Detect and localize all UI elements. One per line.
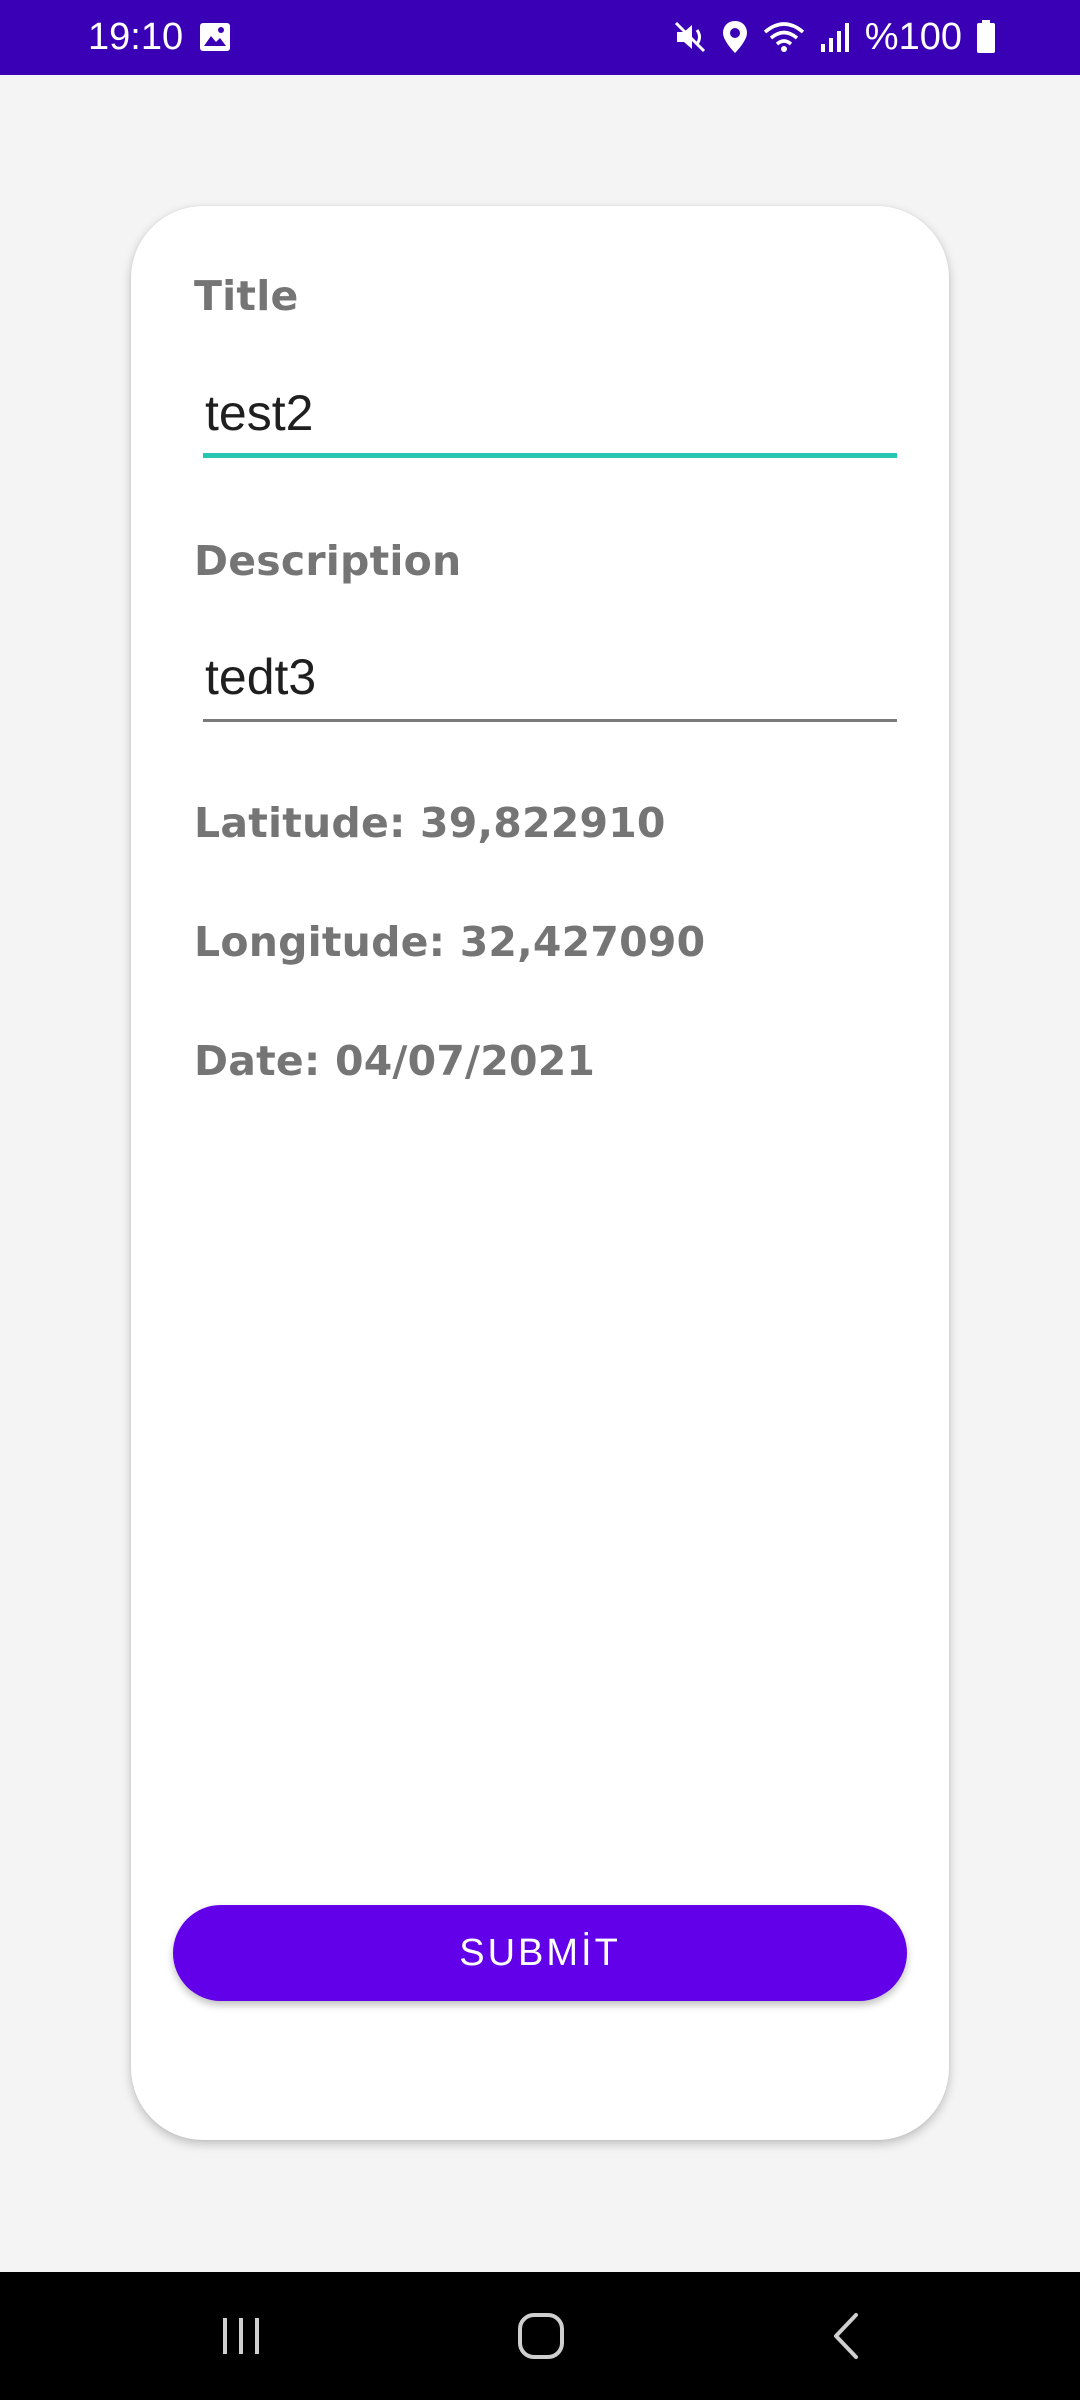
status-icons: %100: [673, 14, 996, 60]
navigation-bar: [0, 2272, 1080, 2400]
description-underline: [203, 719, 897, 722]
battery-icon: [977, 20, 995, 53]
home-button[interactable]: [500, 2272, 582, 2400]
title-input[interactable]: [203, 376, 897, 450]
recent-apps-button[interactable]: [200, 2272, 282, 2400]
description-input[interactable]: [203, 640, 897, 714]
longitude-text: Longitude: 32,427090: [194, 918, 706, 966]
back-icon: [834, 2313, 858, 2359]
date-text: Date: 04/07/2021: [194, 1037, 596, 1085]
mute-icon: [674, 21, 705, 53]
back-button[interactable]: [805, 2272, 887, 2400]
home-icon: [518, 2313, 564, 2359]
wifi-icon: [763, 22, 804, 52]
battery-percent: %100: [864, 16, 962, 58]
signal-icon: [820, 23, 849, 52]
latitude-text: Latitude: 39,822910: [194, 799, 666, 847]
status-time: 19:10: [88, 16, 184, 58]
form-card: Title Description Latitude: 39,822910 Lo…: [131, 206, 949, 2140]
status-bar: 19:10 %100: [0, 0, 1080, 75]
submit-button[interactable]: SUBMİT: [173, 1905, 907, 2001]
recent-apps-icon: [223, 2318, 259, 2354]
location-icon: [722, 21, 747, 53]
description-field[interactable]: [203, 640, 897, 722]
title-underline: [203, 453, 897, 458]
gallery-icon: [200, 23, 230, 51]
title-field[interactable]: [203, 376, 897, 458]
title-label: Title: [194, 272, 299, 320]
description-label: Description: [194, 537, 462, 585]
